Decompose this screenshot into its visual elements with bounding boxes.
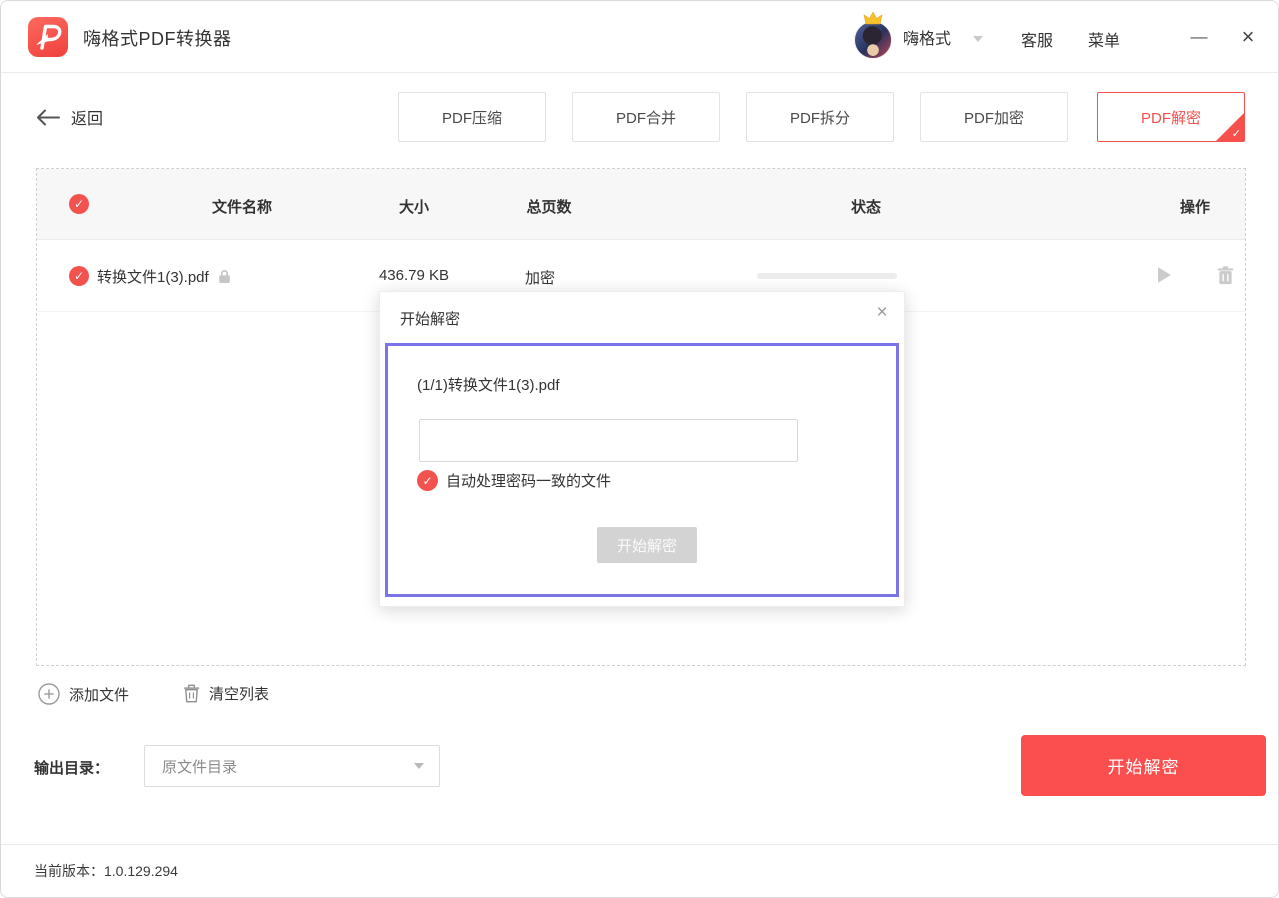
checkbox-check-icon: ✓ — [417, 470, 438, 491]
add-files-button[interactable]: 添加文件 — [38, 683, 129, 705]
modal-title: 开始解密 — [400, 308, 460, 329]
trash-outline-icon — [183, 684, 200, 703]
row-checkbox[interactable]: ✓ — [69, 266, 89, 286]
column-header-name: 文件名称 — [212, 196, 272, 217]
tab-pdf-decrypt[interactable]: PDF解密 ✓ — [1097, 92, 1245, 142]
delete-row-button[interactable] — [1217, 266, 1234, 285]
clear-list-label: 清空列表 — [209, 683, 269, 704]
progress-bar — [757, 273, 897, 279]
modal-submit-button[interactable]: 开始解密 — [597, 527, 697, 563]
titlebar: 嗨格式PDF转换器 嗨格式 客服 菜单 — × — [1, 1, 1278, 73]
auto-process-checkbox[interactable]: ✓ 自动处理密码一致的文件 — [417, 470, 611, 491]
back-arrow-icon — [36, 109, 60, 126]
table-header: ✓ 文件名称 大小 总页数 状态 操作 — [37, 169, 1245, 240]
avatar — [854, 21, 892, 59]
modal-highlight-zone: (1/1)转换文件1(3).pdf ✓ 自动处理密码一致的文件 开始解密 — [385, 343, 899, 597]
output-dir-label: 输出目录： — [34, 757, 109, 778]
trash-icon — [1217, 266, 1234, 285]
start-row-button[interactable] — [1157, 266, 1172, 284]
crown-icon — [863, 12, 883, 25]
password-input[interactable] — [419, 419, 798, 462]
username: 嗨格式 — [903, 25, 951, 49]
footer: 当前版本：1.0.129.294 — [1, 844, 1278, 897]
back-button[interactable]: 返回 — [36, 105, 103, 129]
back-label: 返回 — [71, 105, 103, 129]
menu-link[interactable]: 菜单 — [1088, 27, 1120, 51]
tab-pdf-compress[interactable]: PDF压缩 — [398, 92, 546, 142]
chevron-down-icon — [414, 763, 424, 769]
file-name: 转换文件1(3).pdf — [97, 266, 231, 287]
close-button[interactable]: × — [1230, 1, 1266, 73]
lock-icon — [218, 269, 231, 284]
clear-list-button[interactable]: 清空列表 — [183, 683, 269, 704]
user-menu[interactable]: 嗨格式 — [854, 11, 983, 63]
file-pages: 加密 — [525, 267, 555, 288]
modal-close-button[interactable]: × — [871, 302, 893, 324]
column-header-action: 操作 — [1180, 196, 1210, 217]
output-dir-select[interactable]: 原文件目录 — [144, 745, 440, 787]
start-decrypt-button[interactable]: 开始解密 — [1021, 735, 1266, 796]
support-link[interactable]: 客服 — [1021, 27, 1053, 51]
column-header-status: 状态 — [851, 196, 881, 217]
file-size: 436.79 KB — [379, 267, 449, 284]
play-icon — [1157, 266, 1172, 284]
modal-file-label: (1/1)转换文件1(3).pdf — [417, 374, 560, 395]
tab-pdf-merge[interactable]: PDF合并 — [572, 92, 720, 142]
auto-process-label: 自动处理密码一致的文件 — [446, 470, 611, 491]
app-title: 嗨格式PDF转换器 — [83, 25, 232, 51]
add-files-label: 添加文件 — [69, 684, 129, 705]
minimize-button[interactable]: — — [1181, 1, 1217, 73]
select-all-checkbox[interactable]: ✓ — [69, 194, 89, 214]
decrypt-modal: 开始解密 × (1/1)转换文件1(3).pdf ✓ 自动处理密码一致的文件 开… — [379, 291, 905, 607]
app-logo-icon — [28, 17, 68, 57]
plus-circle-icon — [38, 683, 60, 705]
column-header-size: 大小 — [399, 196, 429, 217]
column-header-pages: 总页数 — [526, 196, 571, 217]
version-text: 当前版本：1.0.129.294 — [34, 861, 178, 881]
tab-pdf-split[interactable]: PDF拆分 — [746, 92, 894, 142]
tab-pdf-encrypt[interactable]: PDF加密 — [920, 92, 1068, 142]
check-icon: ✓ — [1232, 127, 1241, 140]
output-dir-value: 原文件目录 — [162, 756, 414, 777]
version-value: 1.0.129.294 — [104, 863, 178, 879]
chevron-down-icon — [973, 36, 983, 42]
file-name-text: 转换文件1(3).pdf — [97, 266, 209, 287]
tab-pdf-decrypt-label: PDF解密 — [1141, 107, 1201, 128]
app-window: 嗨格式PDF转换器 嗨格式 客服 菜单 — × 返回 PDF压缩 PDF合并 P… — [0, 0, 1279, 898]
version-label: 当前版本： — [34, 863, 104, 879]
